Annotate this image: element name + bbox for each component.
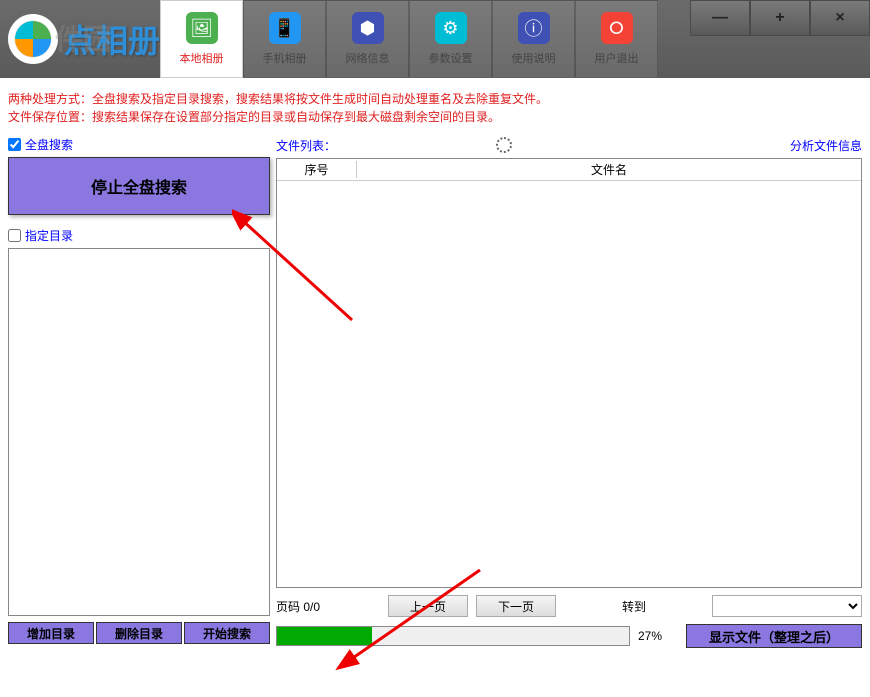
tab-label: 用户退出 — [595, 50, 639, 66]
specify-dir-label: 指定目录 — [25, 227, 73, 244]
progress-bar — [276, 626, 630, 646]
titlebar: 点相册 件园 🖼 本地相册 📱 手机相册 ⬢ 网络信息 ⚙ 参数设置 ⓘ 使用说… — [0, 0, 870, 78]
start-search-button[interactable]: 开始搜索 — [184, 622, 270, 644]
progress-fill — [277, 627, 372, 645]
next-page-button[interactable]: 下一页 — [476, 595, 556, 617]
prev-page-button[interactable]: 上一页 — [388, 595, 468, 617]
stop-search-button[interactable]: 停止全盘搜索 — [8, 157, 270, 215]
info-text: 两种处理方式：全盘搜索及指定目录搜索，搜索结果将按文件生成时间自动处理重名及去除… — [8, 90, 862, 126]
file-table: 序号 文件名 — [276, 158, 862, 588]
pager: 页码 0/0 上一页 下一页 转到 — [276, 594, 862, 618]
app-logo-icon — [8, 14, 58, 64]
tab-settings[interactable]: ⚙ 参数设置 — [409, 0, 492, 78]
full-search-label: 全盘搜索 — [25, 136, 73, 153]
tab-label: 使用说明 — [512, 50, 556, 66]
gear-icon: ⚙ — [435, 12, 467, 44]
main-toolbar: 🖼 本地相册 📱 手机相册 ⬢ 网络信息 ⚙ 参数设置 ⓘ 使用说明 ⭘ 用户退… — [160, 0, 658, 78]
info-icon: ⓘ — [518, 12, 550, 44]
tab-phone-album[interactable]: 📱 手机相册 — [243, 0, 326, 78]
close-button[interactable]: × — [810, 0, 870, 36]
add-dir-button[interactable]: 增加目录 — [8, 622, 94, 644]
left-panel: 全盘搜索 停止全盘搜索 指定目录 增加目录 删除目录 开始搜索 — [8, 136, 270, 648]
logo-area: 点相册 件园 — [0, 0, 160, 78]
progress-row: 27% 显示文件（整理之后） — [276, 624, 862, 648]
goto-label: 转到 — [622, 598, 646, 615]
right-panel: 文件列表： 分析文件信息 序号 文件名 页码 0/0 上一页 下一页 转到 — [276, 136, 862, 648]
progress-percent: 27% — [638, 629, 678, 643]
maximize-button[interactable]: + — [750, 0, 810, 36]
phone-icon: 📱 — [269, 12, 301, 44]
show-files-button[interactable]: 显示文件（整理之后） — [686, 624, 862, 648]
table-header: 序号 文件名 — [277, 159, 861, 181]
page-label: 页码 0/0 — [276, 598, 320, 615]
full-search-checkbox[interactable] — [8, 138, 21, 151]
image-icon: 🖼 — [186, 12, 218, 44]
info-line-2: 文件保存位置：搜索结果保存在设置部分指定的目录或自动保存到最大磁盘剩余空间的目录… — [8, 108, 862, 126]
tab-label: 网络信息 — [346, 50, 390, 66]
tab-exit[interactable]: ⭘ 用户退出 — [575, 0, 658, 78]
specify-dir-checkbox[interactable] — [8, 229, 21, 242]
tab-label: 手机相册 — [263, 50, 307, 66]
watermark-text: 件园 — [55, 18, 111, 58]
tab-label: 参数设置 — [429, 50, 473, 66]
directory-listbox[interactable] — [8, 248, 270, 616]
col-filename[interactable]: 文件名 — [357, 161, 861, 178]
goto-page-select[interactable] — [712, 595, 862, 617]
tab-help[interactable]: ⓘ 使用说明 — [492, 0, 575, 78]
col-number[interactable]: 序号 — [277, 161, 357, 178]
network-icon: ⬢ — [352, 12, 384, 44]
minimize-button[interactable]: — — [690, 0, 750, 36]
tab-network-info[interactable]: ⬢ 网络信息 — [326, 0, 409, 78]
tab-label: 本地相册 — [180, 50, 224, 66]
file-list-label: 文件列表： — [276, 137, 336, 154]
power-icon: ⭘ — [601, 12, 633, 44]
loading-spinner-icon — [496, 137, 512, 153]
del-dir-button[interactable]: 删除目录 — [96, 622, 182, 644]
content-area: 两种处理方式：全盘搜索及指定目录搜索，搜索结果将按文件生成时间自动处理重名及去除… — [0, 78, 870, 656]
tab-local-album[interactable]: 🖼 本地相册 — [160, 0, 243, 78]
info-line-1: 两种处理方式：全盘搜索及指定目录搜索，搜索结果将按文件生成时间自动处理重名及去除… — [8, 90, 862, 108]
window-controls: — + × — [690, 0, 870, 36]
analyze-file-link[interactable]: 分析文件信息 — [790, 137, 862, 154]
